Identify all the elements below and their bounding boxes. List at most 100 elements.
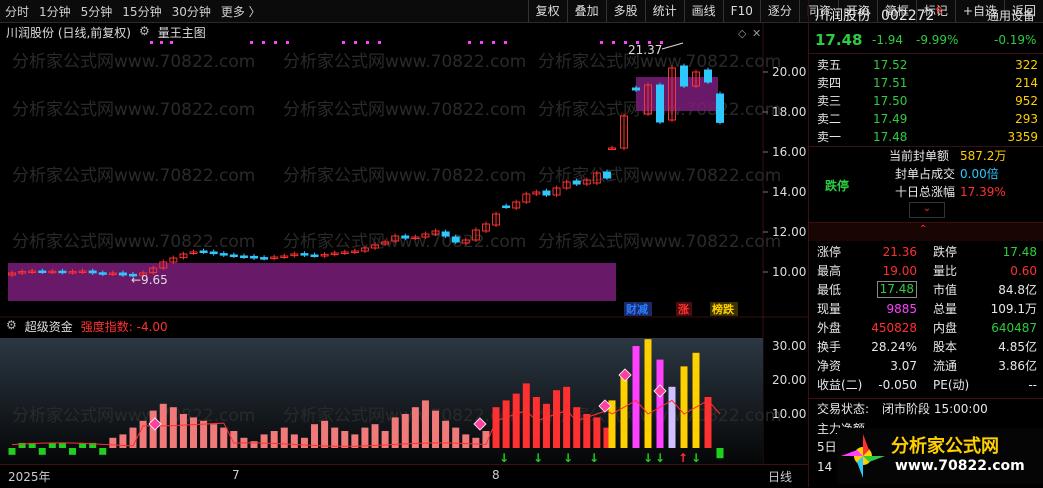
ask-row[interactable]: 卖三 17.50 952 (809, 92, 1043, 110)
fund-bar (190, 417, 198, 448)
toolbar-button-4[interactable]: 画线 (683, 0, 723, 22)
y-axis-label: 18.00 (772, 105, 806, 119)
stat-value: 3.07 (890, 359, 917, 373)
y-axis-label: 14.00 (772, 185, 806, 199)
period-tab-2[interactable]: 5分钟 (76, 3, 118, 20)
ask-label: 卖五 (817, 58, 842, 72)
toolbar-button-2[interactable]: 多股 (605, 0, 645, 22)
diamond-icon[interactable]: ◇ (738, 27, 747, 40)
candle-down (656, 84, 664, 123)
fund-bar (432, 410, 440, 448)
fund-bar (563, 386, 571, 448)
stat-label: 流通 (933, 359, 958, 373)
toolbar-button-0[interactable]: 复权 (527, 0, 567, 22)
gear-icon[interactable]: ⚙ (6, 318, 17, 335)
candle-down (239, 255, 248, 258)
sub-indicator-name[interactable]: 超级资金 (25, 318, 73, 335)
ask-row[interactable]: 卖四 17.51 214 (809, 74, 1043, 92)
watermark-text: 分析家公式网www.70822.com (12, 52, 255, 72)
expand-toggle[interactable]: ⌄ (909, 202, 945, 218)
period-label[interactable]: 日线 (768, 468, 792, 485)
period-tab-3[interactable]: 15分钟 (117, 3, 166, 20)
down-arrow-signal: ↓ (589, 451, 599, 464)
collapse-arrow[interactable]: ⌃ (919, 224, 927, 235)
period-tab-1[interactable]: 1分钟 (34, 3, 76, 20)
price-pct: -9.99% (916, 33, 959, 47)
stat-value: 9885 (886, 302, 917, 316)
kline-chart[interactable]: 分析家公式网www.70822.com 分析家公式网www.70822.com 分析… (0, 23, 808, 464)
sub-y-axis-label: 10.00 (772, 407, 806, 421)
candle-down (441, 231, 450, 237)
fund-bar (632, 346, 640, 448)
fund-bar (260, 434, 268, 448)
candle-down (199, 250, 208, 253)
stat-value: 640487 (991, 321, 1037, 335)
fund-bar (200, 420, 208, 448)
watermark-text: 分析家公式网www.70822.com (283, 52, 526, 72)
logo-name: 分析家公式网 (891, 436, 999, 457)
watermark-text: 分析家公式网www.70822.com (538, 232, 781, 252)
fund-bar (361, 427, 369, 448)
price-change: -1.94 (872, 33, 904, 47)
close-icon[interactable]: ✕ (752, 27, 761, 40)
gear-icon[interactable]: ⚙ (139, 24, 150, 41)
toolbar-button-3[interactable]: 统计 (644, 0, 684, 22)
ask-label: 卖一 (817, 130, 842, 144)
sub-y-axis-label: 20.00 (772, 373, 806, 387)
period-tab-0[interactable]: 分时 (0, 3, 34, 20)
fund-bar (472, 437, 480, 448)
fund-bar (321, 420, 329, 448)
fund-bar (391, 417, 399, 448)
fund-bar (704, 397, 712, 448)
pinwheel-icon (841, 434, 885, 478)
fund-bar (290, 434, 298, 448)
stat-label: 最高 (817, 264, 842, 278)
stat-row: 现量 9885 总量 109.1万 (809, 300, 1043, 318)
candle-down (250, 255, 259, 259)
stat-label: 股本 (933, 340, 958, 354)
signal-dot (150, 41, 153, 44)
fund-bar (270, 431, 278, 448)
stock-name: 川润股份 (815, 8, 871, 24)
ask-price: 17.49 (873, 112, 908, 126)
stat-value: 109.1万 (990, 302, 1037, 316)
toolbar-button-6[interactable]: 逐分 (759, 0, 799, 22)
period-tab-5[interactable]: 更多 〉 (216, 3, 266, 20)
toolbar-button-1[interactable]: 叠加 (566, 0, 606, 22)
quote-panel: 川润股份 002272 R 通用设备 17.48 -1.94 -9.99% -0… (808, 0, 1043, 487)
signal-dot (262, 41, 265, 44)
ask-row[interactable]: 卖一 17.48 3359 (809, 128, 1043, 146)
time-axis: 2025年 7 8 日线 (0, 464, 808, 488)
fund-bar (280, 427, 288, 448)
down-arrow-signal: ↓ (691, 451, 701, 464)
fund-bar (442, 420, 450, 448)
signal-tag[interactable]: 涨 (678, 302, 689, 316)
sector-button[interactable]: 通用设备 (987, 6, 1035, 26)
watermark-text: 分析家公式网www.70822.com (283, 100, 526, 120)
stat-label: 市值 (933, 283, 958, 297)
fund-bar (452, 427, 460, 448)
indicator-name[interactable]: 量王主图 (158, 24, 206, 41)
signal-tag[interactable]: 财减 (625, 302, 648, 316)
stat-value: 84.8亿 (998, 283, 1037, 297)
candle-down (260, 257, 269, 260)
candle-down (209, 251, 218, 255)
fund-bar (139, 420, 147, 448)
fund-bar (716, 448, 724, 459)
y-axis-label: 10.00 (772, 265, 806, 279)
toolbar-button-5[interactable]: F10 (722, 0, 760, 22)
fund-bar (573, 407, 581, 448)
period-tab-4[interactable]: 30分钟 (167, 3, 216, 20)
sub-y-axis-label: 30.00 (772, 339, 806, 353)
fund-bar (522, 383, 530, 448)
signal-tag[interactable]: 榜跌 (712, 302, 735, 316)
candle-down (572, 180, 581, 185)
stat-label: 外盘 (817, 321, 842, 335)
candle-down (38, 270, 47, 273)
watermark-text: 分析家公式网www.70822.com (283, 166, 526, 186)
ask-volume: 322 (1015, 58, 1038, 72)
ask-row[interactable]: 卖五 17.52 322 (809, 56, 1043, 74)
seal-amount: 587.2万 (960, 149, 1007, 163)
ask-row[interactable]: 卖二 17.49 293 (809, 110, 1043, 128)
candle-down (98, 272, 107, 275)
